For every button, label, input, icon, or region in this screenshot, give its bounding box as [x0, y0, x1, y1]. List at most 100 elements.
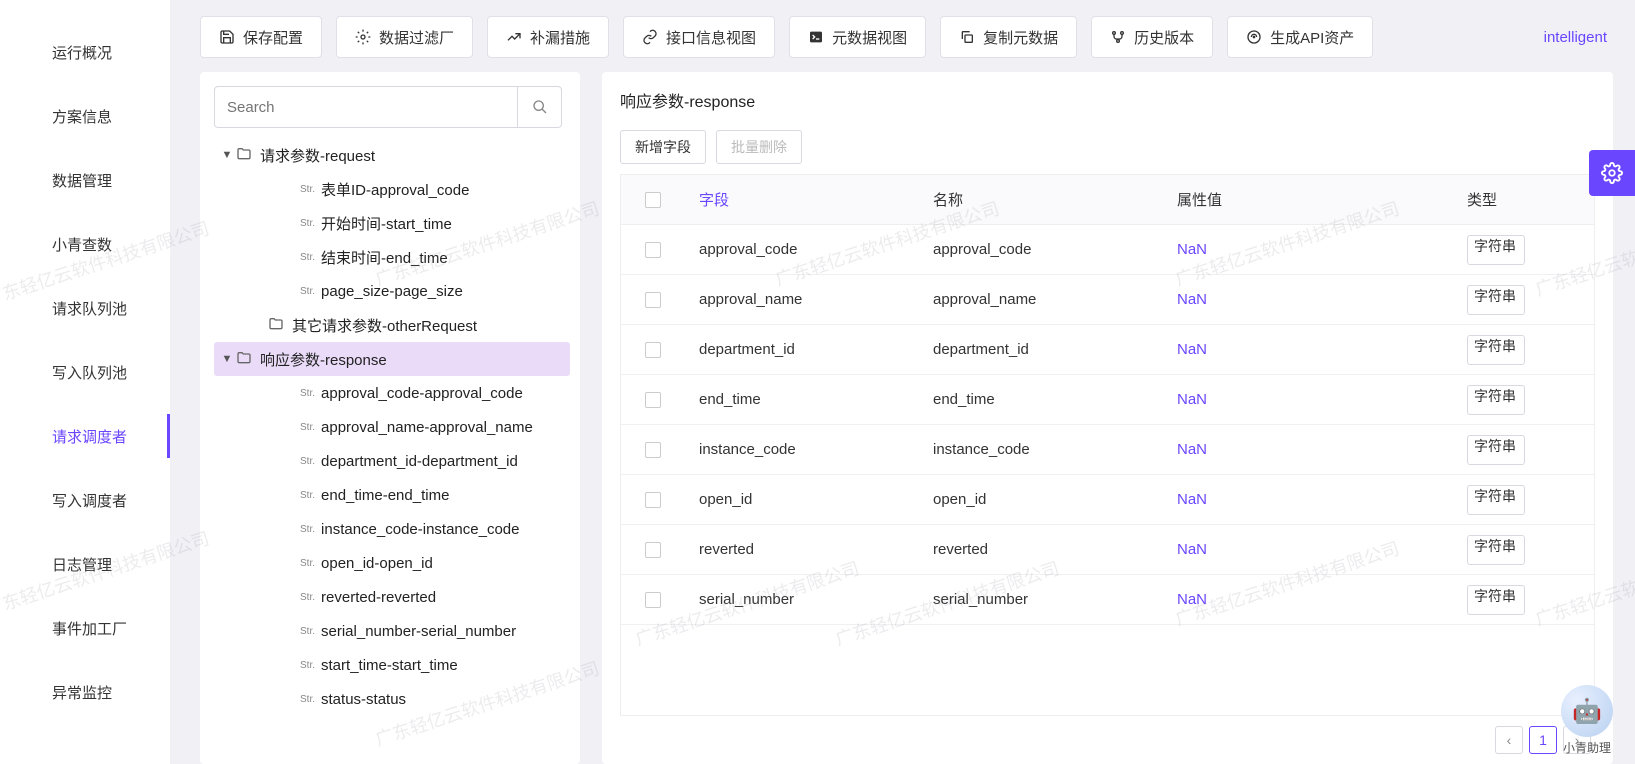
nav-item-8[interactable]: 日志管理 — [0, 532, 170, 596]
folder-icon — [236, 146, 252, 165]
cell-field: department_id — [685, 325, 919, 374]
type-badge: Str. — [300, 694, 315, 705]
table: 字段 名称 属性值 类型 approval_codeapproval_codeN… — [620, 174, 1595, 716]
save-icon — [219, 29, 235, 45]
cell-name: open_id — [919, 475, 1163, 524]
nav-item-7[interactable]: 写入调度者 — [0, 468, 170, 532]
col-type: 类型 — [1453, 175, 1553, 224]
tree-node[interactable]: Str. department_id-department_id — [214, 444, 570, 478]
chart-icon — [506, 29, 522, 45]
toolbar-api-button[interactable]: 生成API资产 — [1227, 16, 1373, 58]
type-select[interactable]: 字符串 — [1467, 485, 1525, 515]
nav-item-3[interactable]: 小青查数 — [0, 212, 170, 276]
settings-drawer-toggle[interactable] — [1589, 150, 1635, 196]
tree-node-label: 响应参数-response — [260, 349, 387, 370]
type-badge: Str. — [300, 592, 315, 603]
table-row: open_idopen_idNaN字符串 — [621, 475, 1594, 525]
cell-field: instance_code — [685, 425, 919, 474]
tree-node[interactable]: 其它请求参数-otherRequest — [214, 308, 570, 342]
type-select[interactable]: 字符串 — [1467, 535, 1525, 565]
nav-item-5[interactable]: 写入队列池 — [0, 340, 170, 404]
tree-node[interactable]: Str.approval_name-approval_name — [214, 410, 570, 444]
search-input[interactable] — [215, 87, 517, 127]
tree-node[interactable]: Str.end_time-end_time — [214, 478, 570, 512]
assistant[interactable]: 🤖 小青助理 — [1561, 685, 1613, 756]
type-select[interactable]: 字符串 — [1467, 435, 1525, 465]
page-prev[interactable]: ‹ — [1495, 726, 1523, 754]
add-field-button[interactable]: 新增字段 — [620, 130, 706, 164]
toolbar-copy-button[interactable]: 复制元数据 — [940, 16, 1077, 58]
branch-icon — [1110, 29, 1126, 45]
row-checkbox[interactable] — [645, 292, 661, 308]
nav-item-1[interactable]: 方案信息 — [0, 84, 170, 148]
tree-node[interactable]: Str.start_time-start_time — [214, 648, 570, 682]
nav-item-10[interactable]: 异常监控 — [0, 660, 170, 724]
tree-node-label: serial_number-serial_number — [321, 623, 516, 640]
toolbar-button-label: 历史版本 — [1134, 27, 1194, 48]
cell-name: approval_name — [919, 275, 1163, 324]
intelligent-link[interactable]: intelligent — [1538, 29, 1613, 46]
tree-node[interactable]: Str.status-status — [214, 682, 570, 716]
row-checkbox[interactable] — [645, 392, 661, 408]
tree-node-label: 请求参数-request — [260, 145, 375, 166]
type-select[interactable]: 字符串 — [1467, 585, 1525, 615]
col-name: 名称 — [919, 175, 1163, 224]
toolbar-terminal-button[interactable]: 元数据视图 — [789, 16, 926, 58]
search-button[interactable] — [517, 87, 561, 127]
table-row: serial_numberserial_numberNaN字符串 — [621, 575, 1594, 625]
nav-item-4[interactable]: 请求队列池 — [0, 276, 170, 340]
page-1[interactable]: 1 — [1529, 726, 1557, 754]
tree-node[interactable]: Str.开始时间-start_time — [214, 206, 570, 240]
tree-node[interactable]: Str.表单ID-approval_code — [214, 172, 570, 206]
tree-node-label: department_id-department_id — [321, 453, 518, 470]
nav-item-2[interactable]: 数据管理 — [0, 148, 170, 212]
tree-node[interactable]: Str.instance_code-instance_code — [214, 512, 570, 546]
panel-title: 响应参数-response — [620, 88, 1595, 112]
type-select[interactable]: 字符串 — [1467, 235, 1525, 265]
tree-node[interactable]: Str.open_id-open_id — [214, 546, 570, 580]
nav-item-9[interactable]: 事件加工厂 — [0, 596, 170, 660]
type-select[interactable]: 字符串 — [1467, 285, 1525, 315]
table-body: approval_codeapproval_codeNaN字符串approval… — [621, 225, 1594, 715]
col-field[interactable]: 字段 — [685, 175, 919, 224]
table-row: department_iddepartment_idNaN字符串 — [621, 325, 1594, 375]
toolbar-gear-button[interactable]: 数据过滤厂 — [336, 16, 473, 58]
table-row: approval_nameapproval_nameNaN字符串 — [621, 275, 1594, 325]
row-checkbox[interactable] — [645, 542, 661, 558]
select-all-checkbox[interactable] — [645, 192, 661, 208]
table-header-row: 字段 名称 属性值 类型 — [621, 175, 1594, 225]
nav-item-0[interactable]: 运行概况 — [0, 20, 170, 84]
toolbar-button-label: 生成API资产 — [1270, 27, 1354, 48]
tree-node[interactable]: Str.serial_number-serial_number — [214, 614, 570, 648]
tree-node[interactable]: Str.approval_code-approval_code — [214, 376, 570, 410]
folder-icon — [236, 350, 252, 369]
row-checkbox[interactable] — [645, 342, 661, 358]
tree-node[interactable]: Str.page_size-page_size — [214, 274, 570, 308]
toolbar-link-button[interactable]: 接口信息视图 — [623, 16, 775, 58]
type-select[interactable]: 字符串 — [1467, 385, 1525, 415]
tree-node[interactable]: Str.reverted-reverted — [214, 580, 570, 614]
row-checkbox[interactable] — [645, 492, 661, 508]
row-checkbox[interactable] — [645, 242, 661, 258]
toolbar-chart-button[interactable]: 补漏措施 — [487, 16, 609, 58]
toolbar-button-label: 元数据视图 — [832, 27, 907, 48]
cell-name: reverted — [919, 525, 1163, 574]
cell-attr: NaN — [1163, 225, 1453, 274]
tree-node-label: open_id-open_id — [321, 555, 433, 572]
table-row: revertedrevertedNaN字符串 — [621, 525, 1594, 575]
tree-node[interactable]: Str.结束时间-end_time — [214, 240, 570, 274]
tree-node[interactable]: ▼请求参数-request — [214, 138, 570, 172]
type-badge: Str. — [300, 456, 315, 467]
toolbar-save-button[interactable]: 保存配置 — [200, 16, 322, 58]
toolbar: 保存配置数据过滤厂补漏措施接口信息视图 元数据视图 复制元数据 历史版本 生成API资产… — [200, 16, 1613, 58]
nav-item-6[interactable]: 请求调度者 — [0, 404, 170, 468]
batch-delete-button[interactable]: 批量删除 — [716, 130, 802, 164]
tree-node[interactable]: ▼响应参数-response — [214, 342, 570, 376]
row-checkbox[interactable] — [645, 442, 661, 458]
cell-field: open_id — [685, 475, 919, 524]
toolbar-branch-button[interactable]: 历史版本 — [1091, 16, 1213, 58]
tree-panel: ▼请求参数-requestStr.表单ID-approval_codeStr.开… — [200, 72, 580, 764]
row-checkbox[interactable] — [645, 592, 661, 608]
type-select[interactable]: 字符串 — [1467, 335, 1525, 365]
cell-field: serial_number — [685, 575, 919, 624]
